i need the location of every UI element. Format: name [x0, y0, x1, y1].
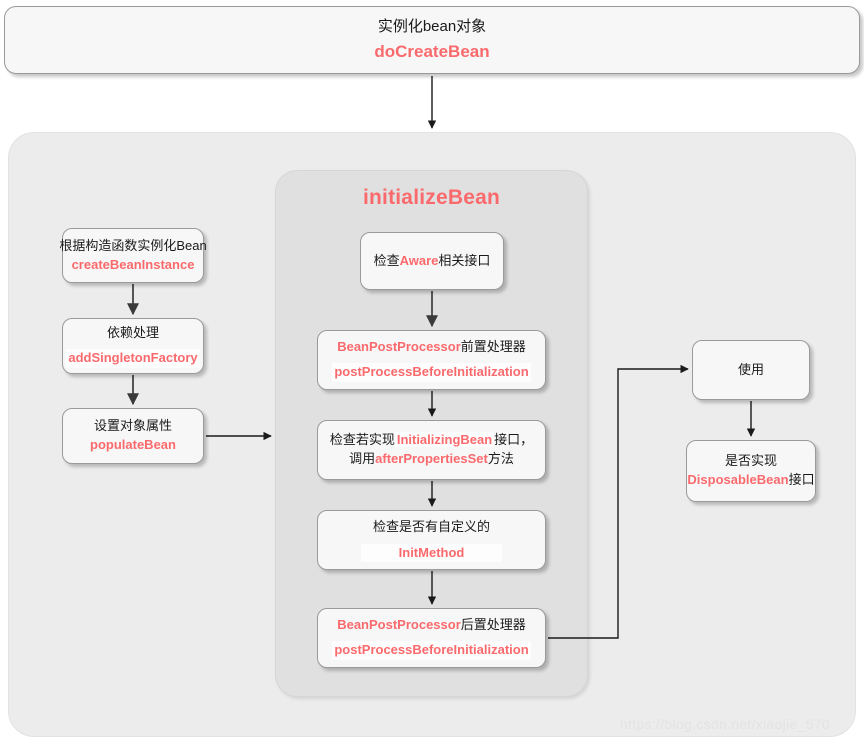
node-initializing-bean-line2: 调用afterPropertiesSet方法 — [349, 451, 514, 466]
node-create-bean-instance-line2: createBeanInstance — [71, 256, 195, 272]
node-create-bean-instance-line1: 根据构造函数实例化Bean — [59, 237, 207, 253]
node-initializing-bean-line1: 检查若实现 InitializingBean 接口， — [329, 432, 534, 448]
initialize-bean-title: initializeBean — [362, 186, 500, 209]
node-bpp-after-initialization: BeanPostProcessor后置处理器 postProcessBefore… — [317, 608, 546, 668]
node-use: 使用 — [692, 340, 810, 400]
node-bpp-before-line2: postProcessBeforeInitialization — [332, 363, 531, 382]
diagram-canvas: 实例化bean对象 doCreateBean initializeBean 根据… — [0, 0, 864, 747]
node-populate-bean-line1: 设置对象属性 — [93, 418, 172, 434]
node-add-singleton-factory-line1: 依赖处理 — [106, 325, 159, 341]
node-add-singleton-factory-line2: addSingletonFactory — [66, 349, 200, 368]
node-populate-bean: 设置对象属性 populateBean — [62, 408, 204, 464]
node-initializing-bean: 检查若实现 InitializingBean 接口， 调用afterProperti… — [317, 420, 546, 480]
node-do-create-bean-line1: 实例化bean对象 — [377, 17, 487, 35]
node-init-method-line1: 检查是否有自定义的 — [372, 518, 490, 534]
node-do-create-bean: 实例化bean对象 doCreateBean — [4, 6, 860, 74]
node-check-aware: 检查Aware相关接口 — [360, 232, 504, 290]
node-check-aware-text: 检查Aware相关接口 — [373, 252, 491, 268]
node-init-method-line2: InitMethod — [360, 543, 503, 563]
node-bpp-after-line2: postProcessBeforeInitialization — [332, 641, 531, 660]
node-disposable-bean: 是否实现 DisposableBean接口 — [686, 440, 816, 502]
node-disposable-bean-line2: DisposableBean接口 — [687, 472, 815, 487]
node-init-method: 检查是否有自定义的 InitMethod — [317, 510, 546, 570]
node-bpp-before-line1: BeanPostProcessor前置处理器 — [337, 339, 526, 355]
node-use-label: 使用 — [737, 361, 764, 377]
node-do-create-bean-line2: doCreateBean — [374, 41, 490, 61]
node-bpp-after-line1: BeanPostProcessor后置处理器 — [337, 617, 526, 633]
node-populate-bean-line2: populateBean — [90, 437, 176, 452]
node-disposable-bean-line1: 是否实现 — [724, 453, 777, 469]
watermark: https://blog.csdn.net/xiaojie_570 — [620, 716, 830, 732]
node-add-singleton-factory: 依赖处理 addSingletonFactory — [62, 318, 204, 374]
node-bpp-before-initialization: BeanPostProcessor前置处理器 postProcessBefore… — [317, 330, 546, 390]
node-create-bean-instance: 根据构造函数实例化Bean createBeanInstance — [59, 228, 207, 283]
